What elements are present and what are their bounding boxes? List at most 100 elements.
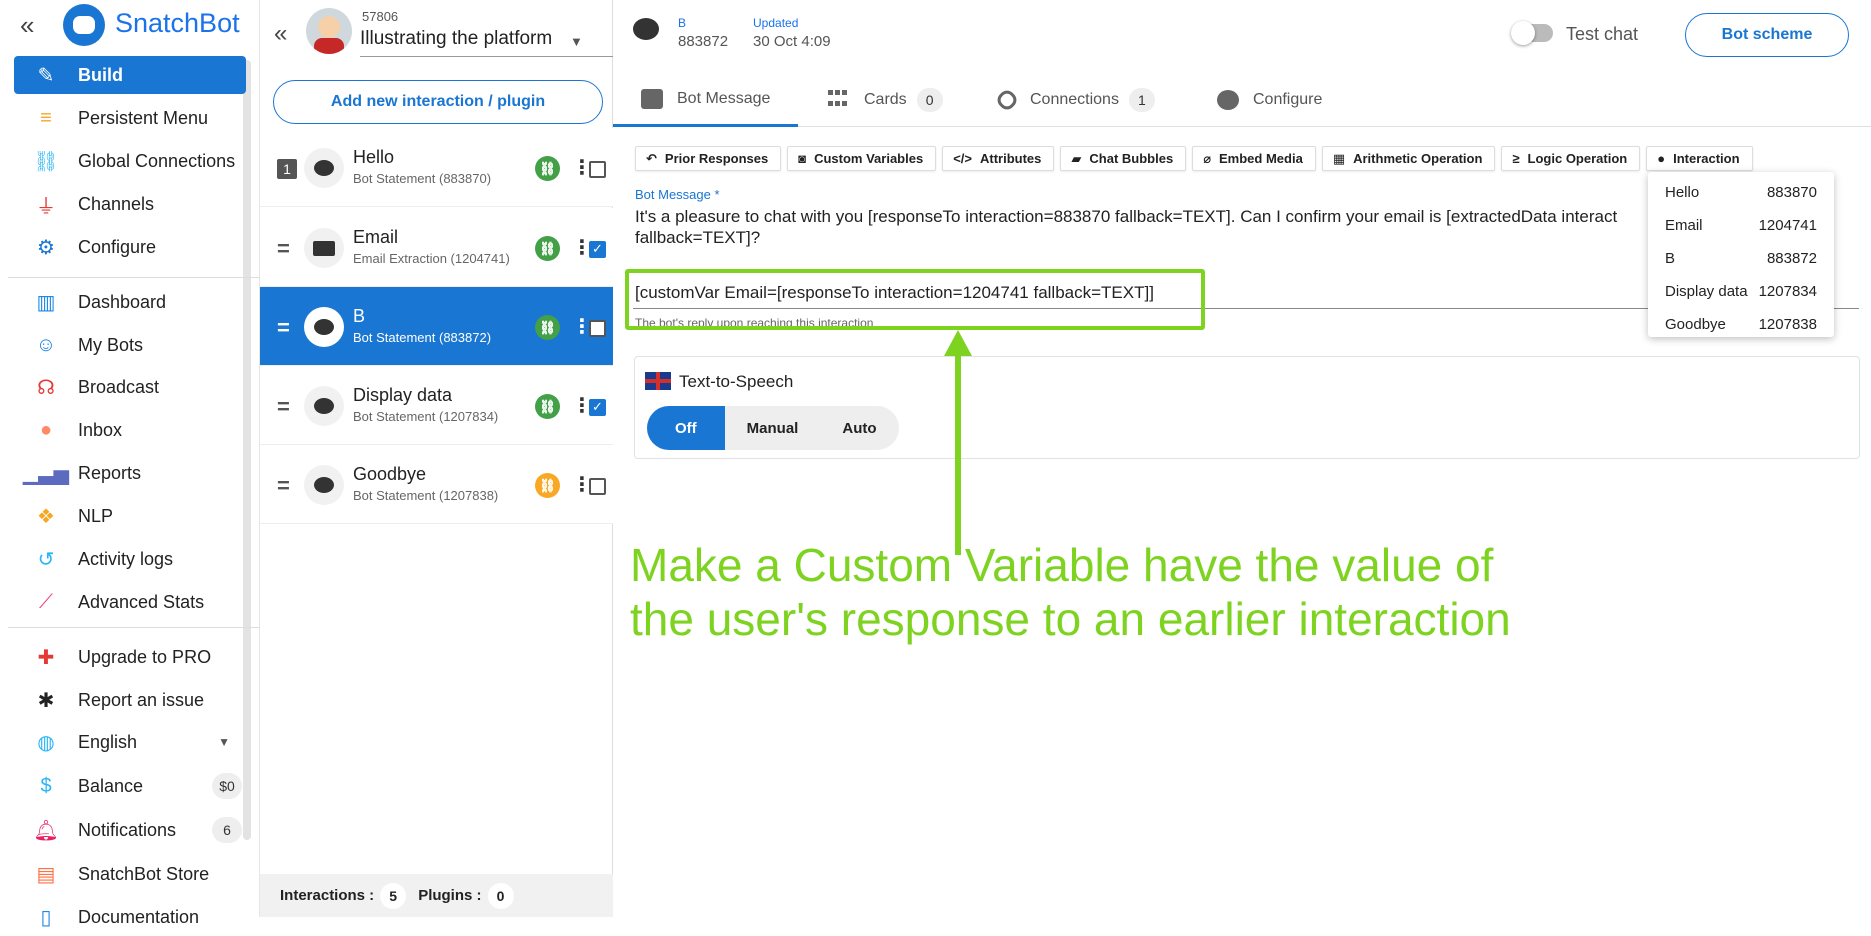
annotation-arrow-shaft [955, 350, 961, 555]
dropdown-item[interactable]: B 883872 [1648, 242, 1834, 275]
greater-equal-icon: ≥ [1512, 151, 1520, 166]
sidebar-item-inbox[interactable]: ● Inbox [14, 411, 246, 449]
tts-manual-button[interactable]: Manual [724, 406, 821, 450]
interactions-panel: « 57806 Illustrating the platform ▼ Add … [259, 0, 647, 917]
dropdown-item[interactable]: Hello 883870 [1648, 176, 1834, 209]
link-icon[interactable]: ⛓ [535, 394, 560, 419]
interaction-subtitle: Bot Statement (1207838) [353, 488, 499, 503]
editor-tabs: Bot Message Cards 0 Connections 1 Config… [613, 73, 1871, 127]
sidebar-item-notifications[interactable]: 🔔︎ Notifications 6 [14, 811, 246, 849]
chat-bubble-icon [304, 307, 344, 347]
sidebar-item-report-issue[interactable]: ✱ Report an issue [14, 681, 246, 719]
interaction-button[interactable]: ● Interaction [1646, 146, 1753, 171]
logic-operation-button[interactable]: ≥ Logic Operation [1501, 146, 1641, 171]
interaction-checkbox[interactable] [589, 399, 606, 416]
dropdown-item[interactable]: Display data 1207834 [1648, 275, 1834, 308]
sidebar-item-label: Build [78, 64, 123, 85]
sidebar-item-advanced-stats[interactable]: ⟋ Advanced Stats [14, 583, 246, 621]
interaction-checkbox[interactable] [589, 241, 606, 258]
interaction-checkbox[interactable] [589, 478, 606, 495]
interaction-id: 883872 [678, 33, 729, 50]
add-interaction-button[interactable]: Add new interaction / plugin [273, 80, 603, 124]
tab-connections[interactable]: Connections 1 [994, 73, 1155, 127]
caption-line: Make a Custom Variable have the value of [630, 539, 1494, 591]
arithmetic-operation-button[interactable]: ▦ Arithmetic Operation [1321, 146, 1496, 171]
interaction-checkbox[interactable] [589, 320, 606, 337]
chat-bubble-icon [633, 18, 659, 40]
dropdown-item-id: 883870 [1766, 184, 1817, 201]
tool-label: Attributes [980, 151, 1042, 166]
test-chat-toggle[interactable] [1511, 21, 1553, 45]
bot-message-text-line: fallback=TEXT]? [635, 228, 761, 247]
sidebar-item-dashboard[interactable]: ▥ Dashboard [14, 283, 246, 321]
link-icon[interactable]: ⛓ [535, 156, 560, 181]
interaction-row[interactable]: 1 Hello Bot Statement (883870) ⛓ ⋮ [260, 128, 614, 207]
sidebar-item-channels[interactable]: ⏚ Channels [14, 185, 246, 223]
collapse-sidebar-icon[interactable]: « [20, 10, 34, 40]
sidebar-item-reports[interactable]: ▁▃▅ Reports [14, 454, 246, 492]
link-icon[interactable]: ⛓ [535, 473, 560, 498]
dropdown-item[interactable]: Email 1204741 [1648, 209, 1834, 242]
tab-label: Configure [1253, 91, 1323, 108]
interaction-row[interactable]: = Display data Bot Statement (1207834) ⛓… [260, 366, 614, 445]
bot-scheme-button[interactable]: Bot scheme [1685, 13, 1849, 57]
interaction-subtitle: Bot Statement (883872) [353, 330, 492, 345]
sidebar-item-persistent-menu[interactable]: ≡ Persistent Menu [14, 99, 246, 137]
notifications-badge: 6 [212, 817, 242, 843]
annotation-highlight-box [625, 269, 1205, 330]
sidebar-item-label: Global Connections [78, 150, 236, 171]
plugins-count: 0 [487, 882, 514, 909]
interaction-name: Goodbye [353, 464, 427, 484]
sidebar-item-documentation[interactable]: ▯ Documentation [14, 898, 246, 936]
test-chat-label: Test chat [1566, 24, 1639, 44]
bar-chart-icon: ▁▃▅ [22, 462, 70, 485]
tts-off-button[interactable]: Off [647, 406, 725, 450]
tab-configure[interactable]: Configure [1217, 73, 1322, 127]
attributes-button[interactable]: </> Attributes [942, 146, 1055, 171]
tool-label: Arithmetic Operation [1353, 151, 1483, 166]
dropdown-item-id: 1207838 [1758, 316, 1817, 333]
sidebar-item-balance[interactable]: $ Balance $0 [14, 767, 246, 805]
sidebar-item-store[interactable]: ▤ SnatchBot Store [14, 855, 246, 893]
collapse-panel-icon[interactable]: « [274, 20, 287, 48]
sidebar-item-label: Inbox [78, 419, 123, 440]
interaction-row[interactable]: = Email Email Extraction (1204741) ⛓ ⋮ [260, 208, 614, 287]
sidebar-item-language[interactable]: ◍ English ▼ [14, 723, 246, 761]
tab-bot-message[interactable]: Bot Message [613, 73, 799, 127]
caption-line: the user's response to an earlier intera… [630, 593, 1511, 645]
bot-message-textarea[interactable]: It's a pleasure to chat with you [respon… [635, 206, 1635, 248]
dropdown-item-id: 1204741 [1758, 217, 1817, 234]
sidebar-item-my-bots[interactable]: ☺ My Bots [14, 326, 246, 364]
sidebar-item-build[interactable]: ✎ Build [14, 56, 246, 94]
sidebar-item-broadcast[interactable]: ☊ Broadcast [14, 368, 246, 406]
interaction-checkbox[interactable] [589, 161, 606, 178]
chat-icon: ● [39, 418, 53, 441]
dropdown-item[interactable]: Goodbye 1207838 [1648, 308, 1834, 341]
link-icon[interactable]: ⛓ [535, 315, 560, 340]
sidebar-item-activity-logs[interactable]: ↺ Activity logs [14, 540, 246, 578]
drag-handle-icon[interactable]: = [277, 315, 290, 341]
tts-auto-button[interactable]: Auto [820, 406, 899, 450]
sidebar-item-nlp[interactable]: ❖ NLP [14, 497, 246, 535]
tool-label: Interaction [1673, 151, 1740, 166]
custom-variables-button[interactable]: ◙ Custom Variables [787, 146, 937, 171]
drag-handle-icon[interactable]: = [277, 394, 290, 420]
chevron-down-icon[interactable]: ▼ [570, 34, 583, 49]
balance-badge: $0 [212, 773, 242, 799]
drag-handle-icon[interactable]: = [277, 473, 290, 499]
interaction-row-selected[interactable]: = B Bot Statement (883872) ⛓ ⋮ [260, 287, 614, 366]
drag-handle-icon[interactable]: = [277, 236, 290, 262]
bot-select[interactable]: Illustrating the platform [360, 28, 647, 57]
sidebar-item-global-connections[interactable]: ⛓ Global Connections [14, 142, 246, 180]
sidebar-item-upgrade[interactable]: ✚ Upgrade to PRO [14, 638, 246, 676]
paperclip-icon: ⌀ [1203, 150, 1212, 166]
tab-cards[interactable]: Cards 0 [828, 73, 943, 127]
interaction-row[interactable]: = Goodbye Bot Statement (1207838) ⛓ ⋮ [260, 445, 614, 524]
interaction-name: Hello [353, 147, 395, 167]
prior-responses-button[interactable]: ↶ Prior Responses [635, 146, 782, 171]
link-icon[interactable]: ⛓ [535, 236, 560, 261]
embed-media-button[interactable]: ⌀ Embed Media [1192, 146, 1316, 171]
sidebar-item-label: Notifications [78, 819, 177, 840]
sidebar-item-configure[interactable]: ⚙ Configure [14, 228, 246, 266]
chat-bubbles-button[interactable]: ▰ Chat Bubbles [1060, 146, 1187, 171]
